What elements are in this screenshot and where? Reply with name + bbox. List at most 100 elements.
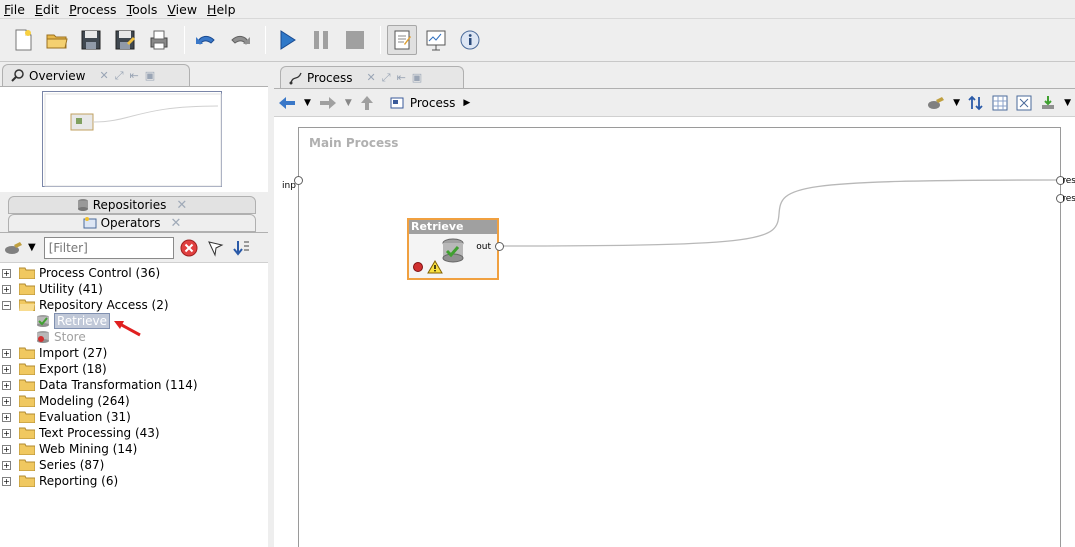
chevron-down-icon[interactable]: ▼ [28, 242, 36, 253]
toolbar-separator [184, 26, 185, 54]
expand-icon[interactable]: + [2, 284, 11, 294]
expand-icon[interactable]: + [2, 412, 11, 422]
close-icon[interactable]: ✕ [171, 216, 182, 231]
expand-icon[interactable]: + [2, 364, 11, 374]
clear-filter-icon[interactable] [180, 239, 198, 257]
menu-file[interactable]: File [4, 2, 25, 17]
expand-icon[interactable]: + [2, 268, 11, 278]
tree-folder[interactable]: + Utility (41) [0, 281, 268, 297]
tree-folder[interactable]: + Modeling (264) [0, 393, 268, 409]
fit-view-icon[interactable] [1016, 95, 1032, 111]
tree-label: Process Control (36) [39, 266, 161, 280]
overview-viewport[interactable] [42, 91, 222, 187]
expand-icon[interactable]: + [2, 460, 11, 470]
filter-input[interactable] [43, 236, 174, 259]
maximize-icon[interactable]: ⤢ [115, 69, 124, 83]
operators-toolbar: ▼ [0, 233, 268, 263]
expand-icon[interactable]: + [2, 428, 11, 438]
expand-icon[interactable]: + [2, 444, 11, 454]
info-icon[interactable] [455, 25, 485, 55]
results-perspective-icon[interactable] [421, 25, 451, 55]
tab-operators[interactable]: Operators ✕ [8, 214, 256, 232]
tree-label: Import (27) [39, 346, 108, 360]
tree-folder[interactable]: + Export (18) [0, 361, 268, 377]
tree-label: Series (87) [39, 458, 105, 472]
tab-repositories[interactable]: Repositories ✕ [8, 196, 256, 214]
chevron-down-icon[interactable]: ▼ [1064, 98, 1071, 108]
tree-folder[interactable]: + Text Processing (43) [0, 425, 268, 441]
tab-operators-label: Operators [100, 216, 161, 230]
expand-icon[interactable]: + [2, 476, 11, 486]
main-toolbar [0, 18, 1075, 62]
print-icon[interactable] [144, 25, 174, 55]
open-folder-icon [19, 299, 35, 311]
chevron-down-icon[interactable]: ▼ [953, 98, 960, 108]
expand-icon[interactable]: + [2, 396, 11, 406]
design-perspective-icon[interactable] [387, 25, 417, 55]
tree-label: Store [54, 330, 86, 344]
tree-folder[interactable]: + Import (27) [0, 345, 268, 361]
folder-icon [19, 395, 35, 407]
tree-folder[interactable]: + Web Mining (14) [0, 441, 268, 457]
operator-title: Retrieve [409, 220, 497, 234]
auto-wire-icon[interactable] [927, 96, 945, 110]
operator-retrieve[interactable]: Retrieve out [407, 218, 504, 280]
new-process-icon[interactable] [8, 25, 38, 55]
export-icon[interactable] [1040, 95, 1056, 111]
connection-line [502, 179, 1057, 247]
restore-icon[interactable]: ▣ [145, 69, 155, 83]
tab-process[interactable]: Process ✕ ⤢ ⇤ ▣ [280, 66, 464, 88]
result-port-label: res [1062, 194, 1075, 204]
chevron-down-icon[interactable]: ▼ [345, 98, 352, 108]
open-folder-icon[interactable] [42, 25, 72, 55]
process-breadcrumb[interactable]: Process ▶ [390, 96, 470, 110]
process-canvas[interactable]: Main Process res res Retrieve out [294, 127, 1075, 547]
save-icon[interactable] [76, 25, 106, 55]
expand-icon[interactable]: + [2, 348, 11, 358]
tree-folder[interactable]: + Data Transformation (114) [0, 377, 268, 393]
tree-folder[interactable]: − Repository Access (2) [0, 297, 268, 313]
folder-icon [19, 379, 35, 391]
maximize-icon[interactable]: ⤢ [382, 71, 391, 85]
tree-operator-store[interactable]: Store [0, 329, 268, 345]
tree-folder[interactable]: + Series (87) [0, 457, 268, 473]
menu-help[interactable]: Help [207, 2, 236, 17]
output-port[interactable] [495, 242, 504, 251]
tree-folder[interactable]: + Evaluation (31) [0, 409, 268, 425]
menu-process[interactable]: Process [69, 2, 116, 17]
save-as-icon[interactable] [110, 25, 140, 55]
menu-edit[interactable]: Edit [35, 2, 59, 17]
tab-overview[interactable]: Overview ✕ ⤢ ⇤ ▣ [2, 64, 190, 86]
forward-icon[interactable] [319, 96, 337, 110]
collapse-icon[interactable]: − [2, 300, 11, 310]
operator-tools-icon[interactable] [4, 241, 24, 255]
stop-icon[interactable] [340, 25, 370, 55]
menu-view[interactable]: View [167, 2, 197, 17]
tree-operator-retrieve[interactable]: Retrieve [0, 313, 268, 337]
process-toolbar: ▼ ▼ Process ▶ ▼ ▼ [274, 88, 1075, 116]
repository-icon [77, 198, 89, 212]
run-icon[interactable] [272, 25, 302, 55]
sort-icon[interactable] [232, 239, 250, 257]
store-icon [37, 331, 49, 343]
back-icon[interactable] [278, 96, 296, 110]
redo-icon[interactable] [225, 25, 255, 55]
menu-tools[interactable]: Tools [127, 2, 158, 17]
process-panel: Process ✕ ⤢ ⇤ ▣ ▼ ▼ Process ▶ ▼ ▼ inp Ma… [274, 64, 1075, 547]
restore-icon[interactable]: ▣ [412, 71, 422, 85]
grid-icon[interactable] [992, 95, 1008, 111]
close-icon[interactable]: ✕ [100, 69, 109, 83]
filter-funnel-icon[interactable] [206, 239, 224, 257]
up-icon[interactable] [360, 95, 374, 111]
chevron-down-icon[interactable]: ▼ [304, 98, 311, 108]
tree-folder[interactable]: + Reporting (6) [0, 473, 268, 489]
pause-icon[interactable] [306, 25, 336, 55]
order-execution-icon[interactable] [968, 95, 984, 111]
minimize-icon[interactable]: ⇤ [130, 69, 139, 83]
minimize-icon[interactable]: ⇤ [397, 71, 406, 85]
close-icon[interactable]: ✕ [367, 71, 376, 85]
expand-icon[interactable]: + [2, 380, 11, 390]
undo-icon[interactable] [191, 25, 221, 55]
close-icon[interactable]: ✕ [176, 198, 187, 213]
tree-folder[interactable]: + Process Control (36) [0, 265, 268, 281]
